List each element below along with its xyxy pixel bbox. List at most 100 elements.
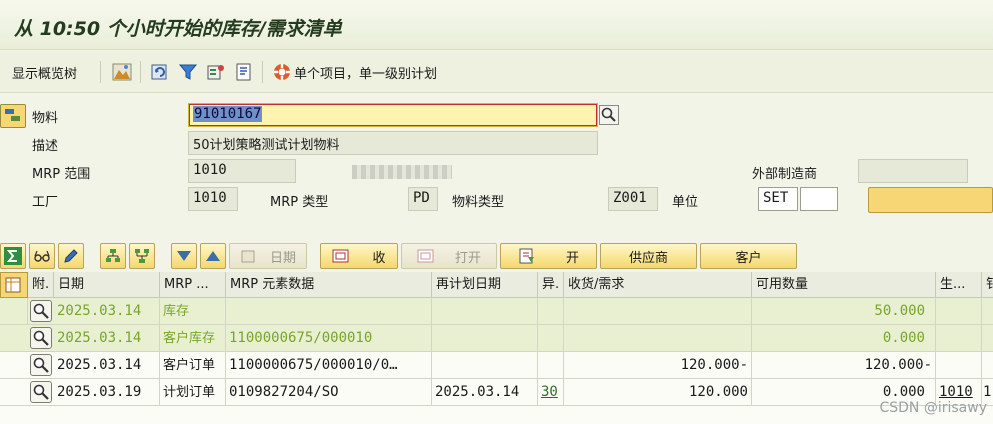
customer-button-label: 客户: [735, 250, 762, 266]
table-row[interactable]: 2025.03.14 客户订单 1100000675/000010/0… 120…: [0, 352, 993, 379]
chart-mountain-icon: [112, 63, 132, 81]
single-item-planning-label: 单个项目，单一级别计划: [294, 66, 438, 82]
row-detail-button[interactable]: [30, 327, 52, 349]
date-icon: [241, 250, 255, 263]
cell-exception: 30: [538, 379, 564, 406]
cell-date: 2025.03.14: [54, 298, 160, 325]
header-toggle-button[interactable]: [0, 104, 26, 128]
customer-button[interactable]: 客户: [700, 243, 797, 269]
planning-button[interactable]: [206, 61, 226, 83]
sort-down-button[interactable]: [171, 243, 197, 269]
cell-element-data: 1100000675/000010: [226, 325, 432, 352]
column-header-exception[interactable]: 异.: [538, 272, 564, 298]
cell-available: 0.000: [752, 325, 936, 352]
expand-down-button[interactable]: [129, 243, 155, 269]
row-detail-button[interactable]: [30, 300, 52, 322]
cell-date: 2025.03.14: [54, 352, 160, 379]
mrp-type-field: PD: [408, 187, 438, 211]
table-row[interactable]: 2025.03.14 库存 50.000: [0, 298, 993, 325]
column-header-attachment[interactable]: 附.: [28, 272, 54, 298]
date-button-label: 日期: [269, 250, 296, 266]
external-manufacturer-field: [858, 159, 968, 183]
lifebuoy-icon: [274, 64, 290, 80]
material-input[interactable]: 91010167: [188, 103, 598, 127]
cell-receipt: 120.000-: [564, 352, 752, 379]
yellow-action-button[interactable]: [868, 187, 993, 213]
column-header-date[interactable]: 日期: [54, 272, 160, 298]
cell-exception: [538, 352, 564, 379]
expand-up-button[interactable]: [100, 243, 126, 269]
redacted-text: [352, 165, 452, 179]
column-header-available-qty[interactable]: 可用数量: [752, 272, 936, 298]
cell-element-data: 0109827204/SO: [226, 379, 432, 406]
row-detail-button[interactable]: [30, 381, 52, 403]
filter-button[interactable]: [178, 61, 198, 83]
edit-button[interactable]: [58, 243, 84, 269]
glasses-icon: [34, 250, 50, 262]
cell-date: 2025.03.14: [54, 325, 160, 352]
planning-icon: [207, 65, 224, 80]
filter-icon: [178, 64, 198, 80]
hierarchy-down-icon: [135, 249, 149, 263]
cell-exception: [538, 298, 564, 325]
date-button[interactable]: 日期: [229, 243, 307, 269]
cell-date: 2025.03.19: [54, 379, 160, 406]
cell-mrp-element: 客户库存: [160, 325, 226, 352]
magnifier-icon: [33, 303, 49, 319]
cell-replan-date: [432, 298, 538, 325]
toolbar-separator: [262, 61, 263, 83]
sum-button[interactable]: [0, 243, 26, 269]
receipts-button[interactable]: 收: [320, 243, 398, 269]
vendor-button[interactable]: 供应商: [600, 243, 697, 269]
search-help-button[interactable]: [599, 105, 619, 125]
material-value: 91010167: [193, 106, 263, 122]
exception-link[interactable]: 30: [541, 384, 558, 400]
toolbar-separator: [100, 61, 101, 83]
toolbar-separator: [140, 61, 141, 83]
title-bar: 从 10:50 个小时开始的库存/需求清单: [0, 0, 993, 50]
open-button-disabled[interactable]: 打开: [401, 243, 497, 269]
cell-replan-date: [432, 352, 538, 379]
table-row[interactable]: 2025.03.14 客户库存 1100000675/000010 0.000: [0, 325, 993, 352]
show-overview-tree-button[interactable]: 显示概览树: [12, 61, 77, 83]
layout-icon: [5, 277, 21, 293]
mrp-area-field: 1010: [188, 159, 296, 183]
show-overview-tree-label: 显示概览树: [12, 66, 78, 82]
document-icon: [236, 63, 251, 81]
sort-up-button[interactable]: [200, 243, 226, 269]
arrow-up-icon: [206, 251, 220, 261]
column-settings-button[interactable]: [0, 272, 28, 298]
hierarchy-up-icon: [106, 249, 120, 262]
cell-element-data: [226, 298, 432, 325]
description-label: 描述: [32, 139, 59, 154]
cell-available: 120.000-: [752, 352, 936, 379]
material-label: 物料: [32, 111, 59, 126]
grid-toolbar: 日期 收 打开 开 供应商 客户: [0, 241, 993, 271]
cell-production: [936, 352, 982, 379]
column-header-replan-date[interactable]: 再计划日期: [432, 272, 538, 298]
chart-mountain-button[interactable]: [112, 61, 132, 83]
column-header-production[interactable]: 生...: [936, 272, 982, 298]
open-button[interactable]: 开: [500, 243, 597, 269]
page-title: 从 10:50 个小时开始的库存/需求清单: [14, 18, 342, 40]
column-header-mrp-element-data[interactable]: MRP 元素数据: [226, 272, 432, 298]
row-detail-button[interactable]: [30, 354, 52, 376]
document-button[interactable]: [234, 61, 254, 83]
magnifier-icon: [33, 357, 49, 373]
cell-exception: [538, 325, 564, 352]
cell-mrp-element: 库存: [160, 298, 226, 325]
table-row-empty: [0, 406, 993, 424]
open-disabled-icon: [417, 249, 434, 263]
refresh-button[interactable]: [150, 61, 170, 83]
column-header-receipt-requirement[interactable]: 收货/需求: [564, 272, 752, 298]
production-link[interactable]: 1010: [939, 384, 973, 400]
column-header-extra[interactable]: 钅: [982, 272, 993, 298]
external-manufacturer-label: 外部制造商: [752, 167, 818, 182]
table-row[interactable]: 2025.03.19 计划订单 0109827204/SO 2025.03.14…: [0, 379, 993, 406]
column-header-mrp-element[interactable]: MRP ...: [160, 272, 226, 298]
search-icon: [601, 107, 616, 122]
pencil-icon: [64, 249, 78, 263]
glasses-button[interactable]: [29, 243, 55, 269]
single-item-planning-button[interactable]: 单个项目，单一级别计划: [272, 61, 437, 83]
table-header: 附. 日期 MRP ... MRP 元素数据 再计划日期 异. 收货/需求 可用…: [0, 272, 993, 298]
